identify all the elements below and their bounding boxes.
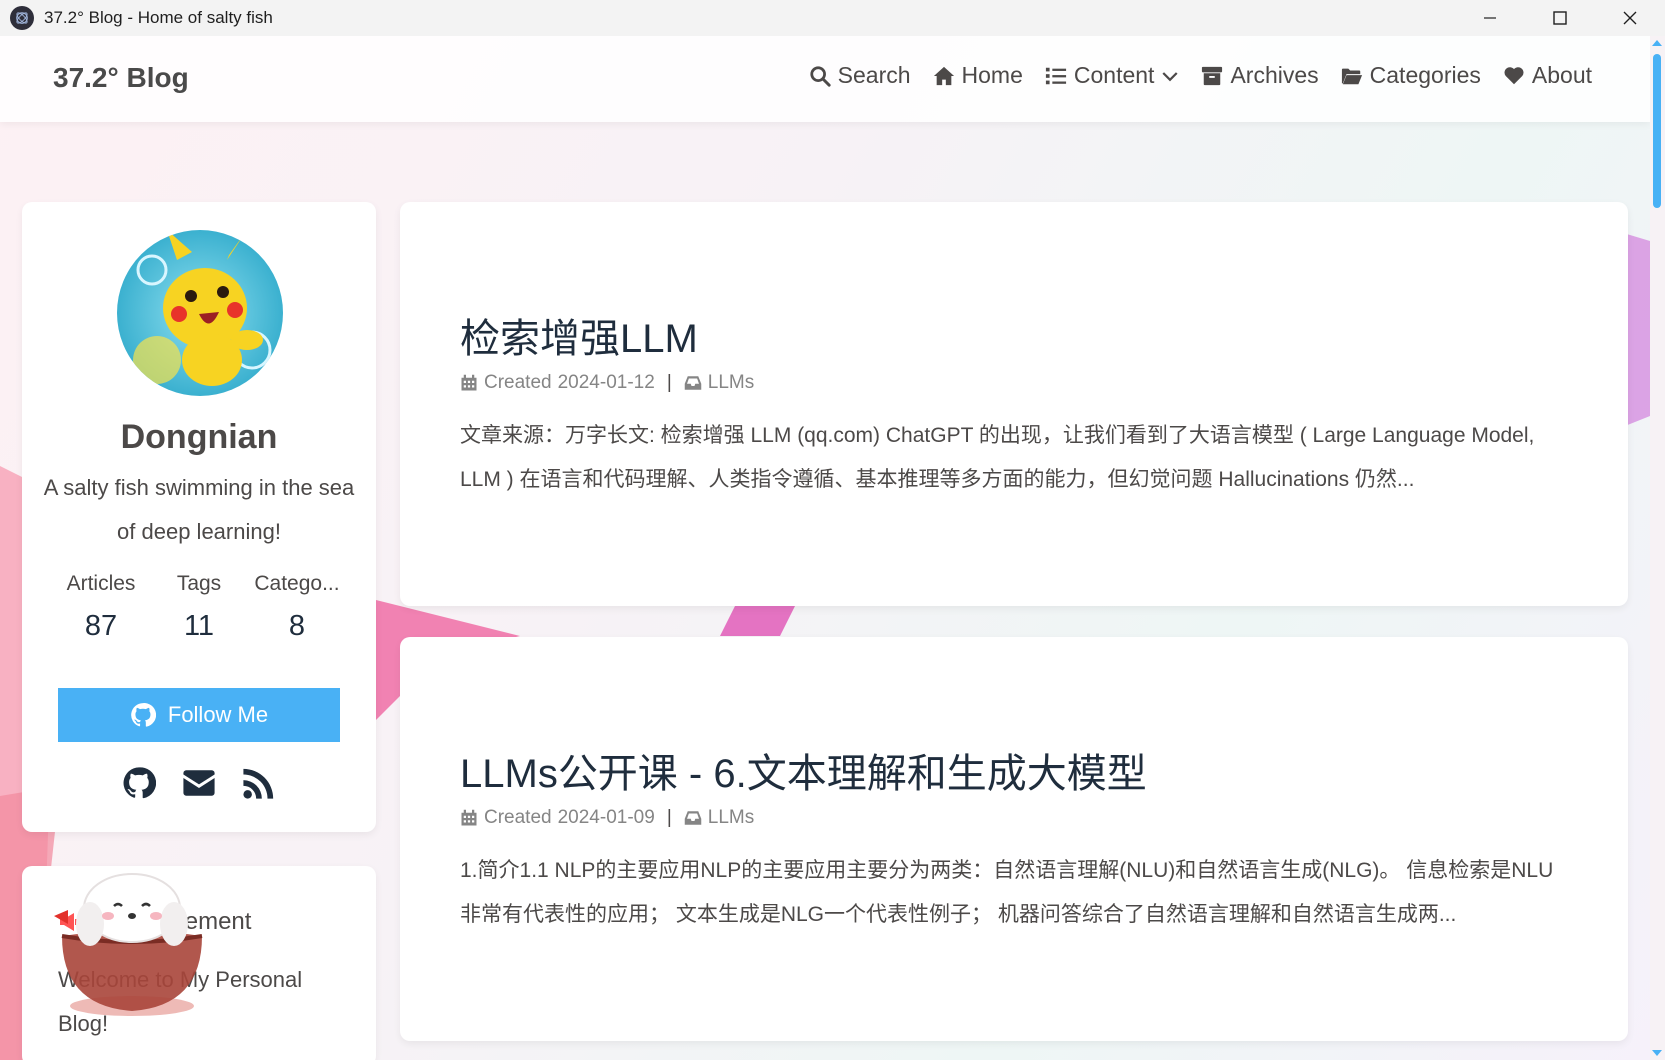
inbox-icon bbox=[684, 376, 701, 390]
post-created-label: Created bbox=[484, 372, 552, 393]
social-links bbox=[22, 766, 376, 800]
post-meta: Created 2024-01-09 | LLMs bbox=[460, 807, 754, 829]
stat-articles-value: 87 bbox=[84, 610, 118, 642]
close-button[interactable] bbox=[1595, 0, 1665, 36]
calendar-icon bbox=[461, 809, 477, 826]
github-link[interactable] bbox=[122, 766, 156, 800]
scroll-down-arrow-icon[interactable] bbox=[1652, 1050, 1662, 1056]
nav-about[interactable]: About bbox=[1503, 62, 1592, 89]
scroll-up-arrow-icon[interactable] bbox=[1652, 40, 1662, 46]
list-icon bbox=[1045, 67, 1066, 84]
follow-me-button[interactable]: Follow Me bbox=[58, 688, 340, 742]
post-card[interactable]: 检索增强LLM Created 2024-01-12 | LLMs 文章来源：万… bbox=[400, 202, 1628, 606]
stat-articles-label: Articles bbox=[66, 572, 136, 595]
folder-open-icon bbox=[1341, 68, 1362, 84]
follow-me-label: Follow Me bbox=[167, 702, 269, 727]
author-info-card: Dongnian A salty fish swimming in the se… bbox=[22, 202, 376, 832]
nav-menus: Search Home Content Archives Categories bbox=[809, 62, 1592, 89]
post-excerpt: 1.简介1.1 NLP的主要应用NLP的主要应用主要分为两类：自然语言理解(NL… bbox=[460, 859, 1554, 926]
meta-separator: | bbox=[666, 807, 672, 828]
stat-tags-value: 11 bbox=[183, 610, 215, 642]
page-scrollbar[interactable] bbox=[1650, 36, 1665, 1060]
post-meta: Created 2024-01-12 | LLMs bbox=[460, 372, 754, 394]
post-date: 2024-01-09 bbox=[557, 807, 655, 828]
nav-content-label: Content bbox=[1073, 62, 1155, 88]
github-icon bbox=[123, 767, 156, 799]
stat-categories-value: 8 bbox=[288, 610, 306, 642]
post-created-label: Created bbox=[484, 807, 552, 828]
maximize-button[interactable] bbox=[1525, 0, 1595, 36]
post-card[interactable]: LLMs公开课 - 6.文本理解和生成大模型 Created 2024-01-0… bbox=[400, 637, 1628, 1041]
post-title[interactable]: 检索增强LLM bbox=[460, 306, 698, 364]
nav-search[interactable]: Search bbox=[809, 62, 911, 89]
stat-tags-label: Tags bbox=[176, 572, 222, 595]
chevron-down-icon bbox=[1162, 71, 1178, 81]
email-link[interactable] bbox=[182, 766, 216, 800]
github-icon bbox=[131, 703, 156, 727]
archive-icon bbox=[1202, 66, 1223, 85]
nav-about-label: About bbox=[1531, 62, 1592, 88]
author-description: A salty fish swimming in the sea of deep… bbox=[43, 475, 355, 544]
site-navbar: 37.2° Blog Search Home Content Archives bbox=[0, 36, 1650, 122]
window-title: 37.2° Blog - Home of salty fish bbox=[44, 8, 273, 27]
blog-page: 37.2° Blog Search Home Content Archives bbox=[0, 36, 1665, 1060]
stat-tags[interactable]: Tags 11 bbox=[150, 572, 248, 643]
site-name-link[interactable]: 37.2° Blog bbox=[53, 62, 189, 94]
post-date: 2024-01-12 bbox=[557, 372, 655, 393]
nav-archives-label: Archives bbox=[1230, 62, 1319, 88]
nav-categories[interactable]: Categories bbox=[1341, 62, 1481, 89]
live2d-mascot[interactable] bbox=[52, 866, 212, 1026]
nav-content[interactable]: Content bbox=[1045, 62, 1180, 89]
nav-categories-label: Categories bbox=[1369, 62, 1481, 88]
envelope-icon bbox=[183, 770, 215, 796]
pikachu-avatar-image bbox=[117, 230, 283, 396]
calendar-icon bbox=[461, 374, 477, 391]
post-excerpt: 文章来源：万字长文: 检索增强 LLM (qq.com) ChatGPT 的出现… bbox=[460, 424, 1535, 491]
window-titlebar: 37.2° Blog - Home of salty fish bbox=[0, 0, 1665, 36]
nav-home[interactable]: Home bbox=[933, 62, 1023, 89]
app-icon bbox=[10, 6, 34, 30]
author-name: Dongnian bbox=[120, 418, 278, 456]
close-icon bbox=[1623, 11, 1637, 25]
avatar bbox=[117, 230, 283, 396]
site-stats: Articles 87 Tags 11 Catego... 8 bbox=[52, 572, 346, 643]
post-category-link[interactable]: LLMs bbox=[708, 807, 754, 829]
nav-search-label: Search bbox=[837, 62, 911, 88]
post-category-link[interactable]: LLMs bbox=[708, 372, 754, 394]
minimize-icon bbox=[1484, 17, 1496, 19]
rss-icon bbox=[243, 768, 274, 799]
stat-categories[interactable]: Catego... 8 bbox=[248, 572, 346, 643]
stat-categories-label: Catego... bbox=[254, 572, 340, 595]
nav-archives[interactable]: Archives bbox=[1201, 62, 1319, 89]
rss-link[interactable] bbox=[242, 766, 276, 800]
home-icon bbox=[933, 66, 954, 85]
nav-home-label: Home bbox=[961, 62, 1023, 88]
post-title[interactable]: LLMs公开课 - 6.文本理解和生成大模型 bbox=[460, 741, 1147, 799]
inbox-icon bbox=[684, 811, 701, 825]
search-icon bbox=[810, 65, 831, 87]
maximize-icon bbox=[1553, 11, 1567, 25]
heart-icon bbox=[1504, 66, 1524, 84]
minimize-button[interactable] bbox=[1455, 0, 1525, 36]
window-controls bbox=[1455, 0, 1665, 36]
meta-separator: | bbox=[666, 372, 672, 393]
scrollbar-thumb[interactable] bbox=[1653, 54, 1661, 208]
stat-articles[interactable]: Articles 87 bbox=[52, 572, 150, 643]
